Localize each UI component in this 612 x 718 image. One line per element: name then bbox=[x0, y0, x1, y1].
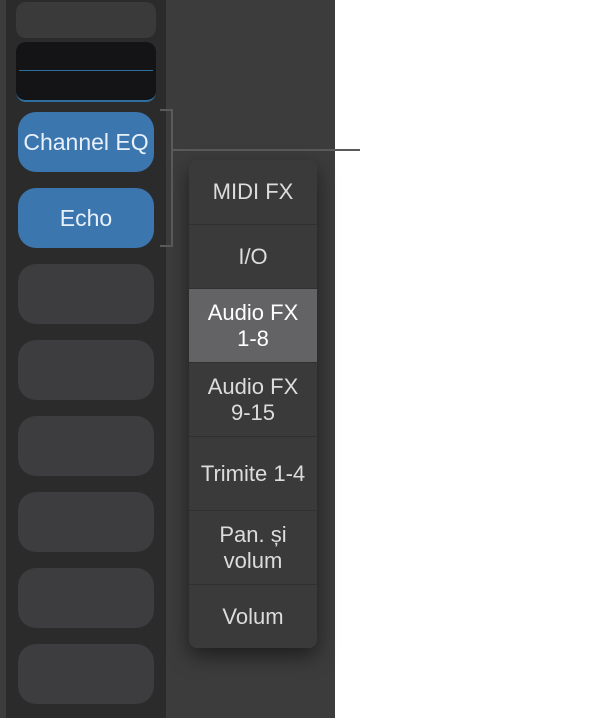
plugin-slot-empty[interactable] bbox=[18, 340, 154, 400]
menu-item-label: Volum bbox=[222, 604, 283, 629]
menu-item-label: Audio FX 1-8 bbox=[197, 300, 309, 351]
channel-strip: Channel EQ Echo bbox=[6, 0, 166, 718]
menu-item-io[interactable]: I/O bbox=[189, 224, 317, 288]
plugin-slot-empty[interactable] bbox=[18, 644, 154, 704]
plugin-slot-empty[interactable] bbox=[18, 416, 154, 476]
plugin-slot-empty[interactable] bbox=[18, 568, 154, 628]
plugin-slot[interactable]: Echo bbox=[18, 188, 154, 248]
plugin-slot[interactable]: Channel EQ bbox=[18, 112, 154, 172]
menu-item-trimite-1-4[interactable]: Trimite 1-4 bbox=[189, 436, 317, 510]
menu-item-volum[interactable]: Volum bbox=[189, 584, 317, 648]
daw-panel: Channel EQ Echo MIDI FX I/O bbox=[0, 0, 335, 718]
menu-item-label: Trimite 1-4 bbox=[201, 461, 305, 486]
menu-item-label: I/O bbox=[238, 244, 267, 269]
plugin-label: Echo bbox=[60, 205, 112, 232]
section-menu: MIDI FX I/O Audio FX 1-8 Audio FX 9-15 T… bbox=[189, 160, 317, 648]
menu-item-label: Pan. și volum bbox=[197, 522, 309, 573]
plugin-slot-empty[interactable] bbox=[18, 264, 154, 324]
menu-item-audiofx-9-15[interactable]: Audio FX 9-15 bbox=[189, 362, 317, 436]
channel-display-slot[interactable] bbox=[16, 42, 156, 102]
plugin-label: Channel EQ bbox=[23, 129, 148, 156]
channel-header-slot[interactable] bbox=[16, 2, 156, 38]
menu-item-label: MIDI FX bbox=[213, 179, 294, 204]
menu-item-label: Audio FX 9-15 bbox=[197, 374, 309, 425]
menu-item-audiofx-1-8[interactable]: Audio FX 1-8 bbox=[189, 288, 317, 362]
menu-item-midi-fx[interactable]: MIDI FX bbox=[189, 160, 317, 224]
plugin-slot-empty[interactable] bbox=[18, 492, 154, 552]
menu-item-pan-volum[interactable]: Pan. și volum bbox=[189, 510, 317, 584]
